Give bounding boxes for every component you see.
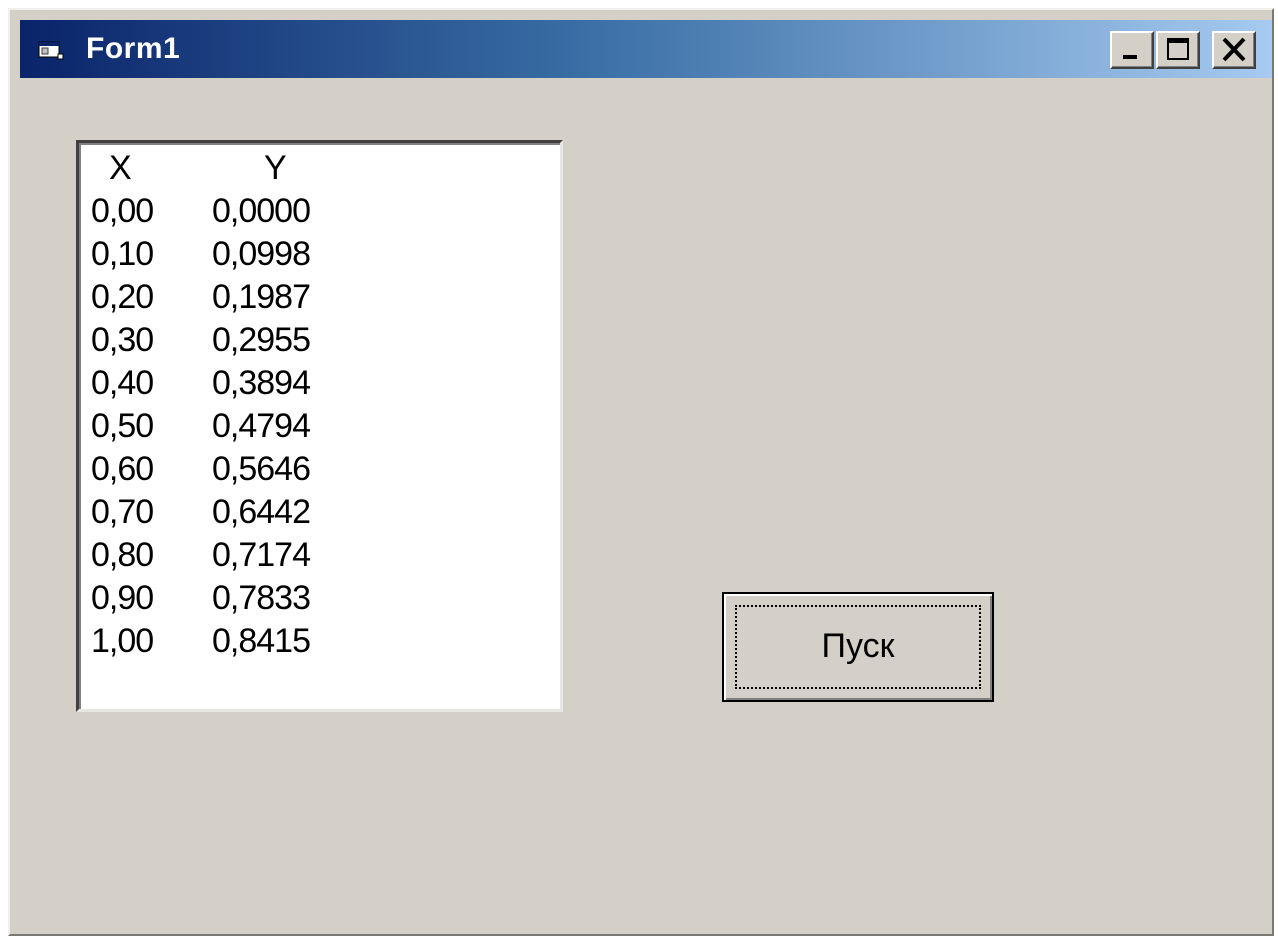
list-item-x: 1,00 bbox=[91, 622, 154, 660]
list-item-x: 0,50 bbox=[91, 407, 154, 445]
list-item[interactable]: 1,00 0,8415 bbox=[79, 620, 560, 663]
list-item-x: 0,80 bbox=[91, 536, 154, 574]
list-item-x: 0,70 bbox=[91, 493, 154, 531]
minimize-button[interactable] bbox=[1110, 31, 1154, 69]
list-item[interactable]: 0,30 0,2955 bbox=[79, 319, 560, 362]
start-button[interactable]: Пуск bbox=[722, 592, 994, 702]
form-window-icon[interactable] bbox=[38, 40, 64, 60]
list-item-y: 0,1987 bbox=[212, 278, 311, 316]
list-item-x: 0,90 bbox=[91, 579, 154, 617]
main-window: Form1 X Y 0,00 0,0000 0,10 0,0998 0,20 0,1987… bbox=[8, 8, 1274, 936]
window-title: Form1 bbox=[86, 32, 181, 65]
list-item-y: 0,6442 bbox=[212, 493, 311, 531]
column-header-x: X bbox=[109, 149, 132, 187]
list-item[interactable]: 0,50 0,4794 bbox=[79, 405, 560, 448]
close-button[interactable] bbox=[1212, 31, 1256, 69]
list-item-y: 0,3894 bbox=[212, 364, 311, 402]
list-item[interactable]: 0,10 0,0998 bbox=[79, 233, 560, 276]
list-item-y: 0,7833 bbox=[212, 579, 311, 617]
list-item-y: 0,4794 bbox=[212, 407, 311, 445]
list-item[interactable]: 0,90 0,7833 bbox=[79, 577, 560, 620]
title-bar[interactable]: Form1 bbox=[20, 20, 1272, 78]
list-item-y: 0,0000 bbox=[212, 192, 311, 230]
minimize-icon bbox=[1123, 55, 1137, 59]
start-button-label: Пуск bbox=[821, 627, 895, 665]
maximize-icon bbox=[1167, 38, 1189, 60]
results-listbox[interactable]: X Y 0,00 0,0000 0,10 0,0998 0,20 0,1987 0,30 0,… bbox=[76, 140, 563, 712]
list-item[interactable]: 0,00 0,0000 bbox=[79, 190, 560, 233]
list-item-x: 0,60 bbox=[91, 450, 154, 488]
list-item-y: 0,0998 bbox=[212, 235, 311, 273]
close-icon bbox=[1222, 37, 1246, 62]
list-item-x: 0,40 bbox=[91, 364, 154, 402]
list-item[interactable]: 0,70 0,6442 bbox=[79, 491, 560, 534]
list-item-y: 0,5646 bbox=[212, 450, 311, 488]
list-item-x: 0,30 bbox=[91, 321, 154, 359]
list-item-x: 0,20 bbox=[91, 278, 154, 316]
list-item-x: 0,10 bbox=[91, 235, 154, 273]
list-item[interactable]: 0,40 0,3894 bbox=[79, 362, 560, 405]
list-item[interactable]: 0,80 0,7174 bbox=[79, 534, 560, 577]
column-header-y: Y bbox=[264, 149, 287, 187]
list-item[interactable]: 0,60 0,5646 bbox=[79, 448, 560, 491]
list-item-x: 0,00 bbox=[91, 192, 154, 230]
list-item-y: 0,2955 bbox=[212, 321, 311, 359]
maximize-button[interactable] bbox=[1156, 31, 1200, 69]
list-item-y: 0,7174 bbox=[212, 536, 311, 574]
list-header-row: X Y bbox=[79, 147, 560, 190]
list-item[interactable]: 0,20 0,1987 bbox=[79, 276, 560, 319]
list-item-y: 0,8415 bbox=[212, 622, 311, 660]
